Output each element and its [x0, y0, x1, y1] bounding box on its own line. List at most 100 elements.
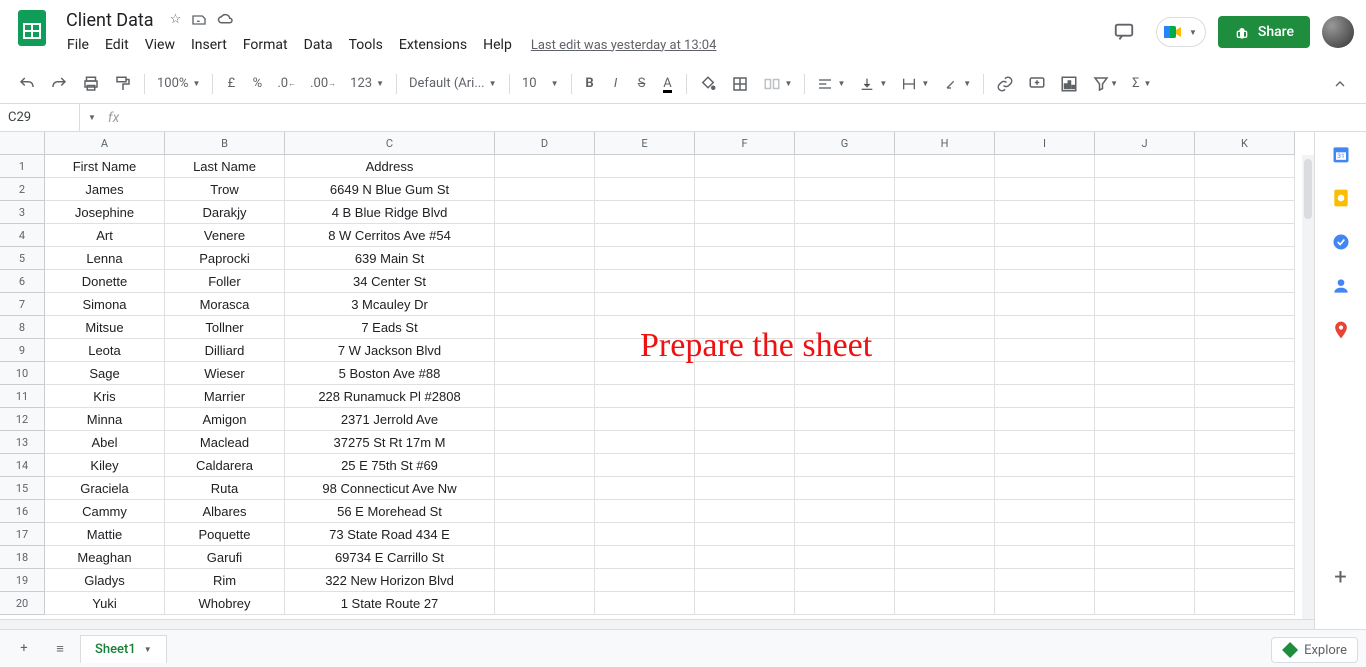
- cell[interactable]: [995, 270, 1095, 293]
- cell[interactable]: 37275 St Rt 17m M: [285, 431, 495, 454]
- cell[interactable]: [1095, 339, 1195, 362]
- row-header[interactable]: 13: [0, 431, 45, 454]
- cell[interactable]: [1095, 523, 1195, 546]
- cell[interactable]: 25 E 75th St #69: [285, 454, 495, 477]
- italic-button[interactable]: I: [604, 71, 628, 97]
- cell[interactable]: [895, 316, 995, 339]
- more-formats-dropdown[interactable]: 123▼: [344, 72, 390, 95]
- cell[interactable]: 5 Boston Ave #88: [285, 362, 495, 385]
- undo-button[interactable]: [12, 71, 42, 97]
- cell[interactable]: [795, 155, 895, 178]
- cell[interactable]: [595, 247, 695, 270]
- cell[interactable]: [695, 339, 795, 362]
- row-header[interactable]: 19: [0, 569, 45, 592]
- sheets-logo[interactable]: [12, 8, 52, 48]
- cell[interactable]: [995, 592, 1095, 615]
- cell[interactable]: Sage: [45, 362, 165, 385]
- cell[interactable]: [1095, 293, 1195, 316]
- cell[interactable]: [1195, 569, 1295, 592]
- all-sheets-button[interactable]: ≡: [44, 634, 76, 664]
- cell[interactable]: [695, 293, 795, 316]
- cell[interactable]: [995, 523, 1095, 546]
- collapse-toolbar-button[interactable]: [1326, 71, 1354, 97]
- horizontal-align-dropdown[interactable]: ▼: [811, 72, 851, 96]
- cell[interactable]: [595, 339, 695, 362]
- cell[interactable]: [595, 178, 695, 201]
- cell[interactable]: Meaghan: [45, 546, 165, 569]
- cell[interactable]: Marrier: [165, 385, 285, 408]
- cell[interactable]: Gladys: [45, 569, 165, 592]
- keep-icon[interactable]: [1331, 188, 1351, 208]
- cell[interactable]: [495, 247, 595, 270]
- move-icon[interactable]: [191, 12, 207, 28]
- column-header-J[interactable]: J: [1095, 132, 1195, 155]
- font-dropdown[interactable]: Default (Ari...▼: [403, 72, 503, 95]
- cell[interactable]: Morasca: [165, 293, 285, 316]
- cell[interactable]: [895, 546, 995, 569]
- cell[interactable]: Poquette: [165, 523, 285, 546]
- cell[interactable]: [1195, 339, 1295, 362]
- cell[interactable]: [595, 592, 695, 615]
- cell[interactable]: [695, 247, 795, 270]
- cell[interactable]: [895, 339, 995, 362]
- cell[interactable]: [595, 500, 695, 523]
- cell[interactable]: [695, 316, 795, 339]
- cell[interactable]: [495, 270, 595, 293]
- cell[interactable]: [795, 408, 895, 431]
- cell[interactable]: [495, 546, 595, 569]
- menu-file[interactable]: File: [60, 33, 96, 57]
- cell[interactable]: [995, 247, 1095, 270]
- cell[interactable]: [995, 477, 1095, 500]
- cell[interactable]: Paprocki: [165, 247, 285, 270]
- row-header[interactable]: 6: [0, 270, 45, 293]
- filter-button[interactable]: ▼: [1086, 71, 1124, 97]
- currency-button[interactable]: £: [219, 71, 243, 97]
- cell[interactable]: [495, 454, 595, 477]
- cell[interactable]: [595, 362, 695, 385]
- cell[interactable]: [1195, 270, 1295, 293]
- cell[interactable]: 322 New Horizon Blvd: [285, 569, 495, 592]
- cell[interactable]: [695, 523, 795, 546]
- cell[interactable]: [895, 569, 995, 592]
- cell[interactable]: [995, 569, 1095, 592]
- cell[interactable]: [895, 155, 995, 178]
- cell[interactable]: [1095, 408, 1195, 431]
- cell[interactable]: Yuki: [45, 592, 165, 615]
- cell[interactable]: [1095, 569, 1195, 592]
- cell[interactable]: [795, 201, 895, 224]
- cell[interactable]: [1195, 201, 1295, 224]
- cell[interactable]: [495, 339, 595, 362]
- functions-dropdown[interactable]: Σ▼: [1126, 72, 1157, 95]
- column-header-A[interactable]: A: [45, 132, 165, 155]
- cell[interactable]: Graciela: [45, 477, 165, 500]
- cell[interactable]: [495, 431, 595, 454]
- bold-button[interactable]: B: [578, 71, 602, 97]
- cell[interactable]: [895, 178, 995, 201]
- cell[interactable]: 6649 N Blue Gum St: [285, 178, 495, 201]
- cell[interactable]: [995, 546, 1095, 569]
- last-edit-link[interactable]: Last edit was yesterday at 13:04: [531, 38, 717, 53]
- cell[interactable]: [1095, 500, 1195, 523]
- share-button[interactable]: Share: [1218, 16, 1310, 48]
- cell[interactable]: [695, 569, 795, 592]
- cell[interactable]: Last Name: [165, 155, 285, 178]
- cell[interactable]: 7 W Jackson Blvd: [285, 339, 495, 362]
- column-header-I[interactable]: I: [995, 132, 1095, 155]
- menu-tools[interactable]: Tools: [342, 33, 390, 57]
- cell[interactable]: [995, 500, 1095, 523]
- insert-chart-button[interactable]: [1054, 71, 1084, 97]
- cell[interactable]: [895, 477, 995, 500]
- cell[interactable]: Wieser: [165, 362, 285, 385]
- cell[interactable]: [995, 224, 1095, 247]
- cell[interactable]: [795, 224, 895, 247]
- row-header[interactable]: 17: [0, 523, 45, 546]
- cell[interactable]: [795, 270, 895, 293]
- insert-comment-button[interactable]: [1022, 71, 1052, 97]
- cell[interactable]: 2371 Jerrold Ave: [285, 408, 495, 431]
- row-header[interactable]: 2: [0, 178, 45, 201]
- menu-view[interactable]: View: [138, 33, 182, 57]
- cell[interactable]: [1095, 477, 1195, 500]
- cell[interactable]: [695, 454, 795, 477]
- chevron-down-icon[interactable]: ▼: [80, 113, 104, 122]
- cell[interactable]: [1195, 408, 1295, 431]
